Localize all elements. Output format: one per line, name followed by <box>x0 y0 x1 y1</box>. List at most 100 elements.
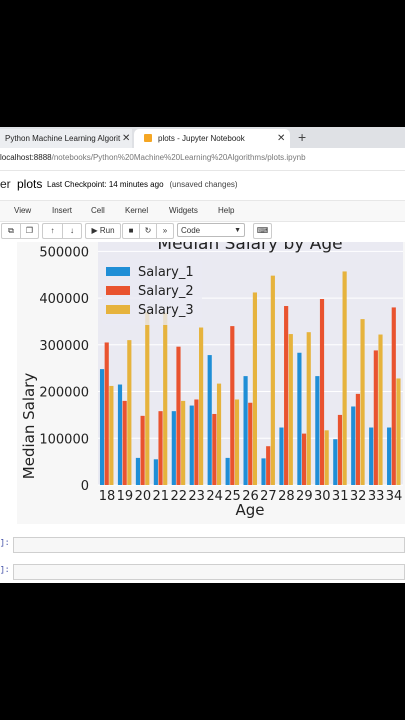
chart-title: Median Salary by Age <box>157 242 342 254</box>
restart-icon[interactable]: ↻ <box>140 224 156 238</box>
bar-salary_3-33 <box>378 334 383 485</box>
unsaved-status: (unsaved changes) <box>169 180 238 189</box>
code-input[interactable] <box>13 564 405 580</box>
tab-label: plots - Jupyter Notebook <box>158 134 245 143</box>
x-tick-label: 18 <box>99 489 116 504</box>
bar-salary_3-23 <box>199 327 204 485</box>
bar-salary_3-28 <box>288 334 293 485</box>
menu-bar: View Insert Cell Kernel Widgets Help <box>0 200 405 222</box>
legend-swatch <box>106 305 130 314</box>
url-host: localhost:8888 <box>0 153 52 162</box>
bar-salary_2-29 <box>301 433 307 485</box>
bar-salary_1-23 <box>189 405 194 485</box>
bar-salary_2-33 <box>373 350 378 485</box>
paste-icon[interactable]: ❐ <box>21 224 38 238</box>
legend-swatch <box>106 267 130 276</box>
bar-salary_3-32 <box>360 319 365 485</box>
bar-salary_3-21 <box>163 313 168 485</box>
menu-insert[interactable]: Insert <box>52 206 72 215</box>
empty-cell: ]: <box>0 536 405 554</box>
bar-salary_1-18 <box>99 369 105 485</box>
notebook-header: er plots Last Checkpoint: 14 minutes ago… <box>0 171 405 199</box>
x-tick-label: 32 <box>350 489 367 504</box>
bar-salary_2-32 <box>355 393 360 485</box>
notebook-toolbar: ⧉ ❐ ↑ ↓ ▶ Run ■ ↻ » Code ▼ ⌨ <box>0 222 405 240</box>
y-tick-label: 300000 <box>39 339 89 354</box>
bar-chart: 0 100000 200000 300000 400000 500000 18 19 20 21… <box>20 234 403 519</box>
new-tab-button[interactable]: + <box>298 128 306 147</box>
x-tick-label: 21 <box>153 489 170 504</box>
bar-salary_2-26 <box>248 402 253 485</box>
y-tick-label: 100000 <box>39 432 89 447</box>
stop-icon[interactable]: ■ <box>123 224 139 238</box>
notebook-title[interactable]: plots <box>17 177 42 191</box>
address-bar[interactable]: localhost:8888/notebooks/Python%20Machin… <box>0 148 405 171</box>
bar-salary_1-32 <box>351 406 356 485</box>
close-icon[interactable]: ✕ <box>122 129 130 148</box>
bar-salary_3-24 <box>216 383 222 485</box>
bar-salary_3-31 <box>342 271 347 485</box>
bar-salary_3-22 <box>181 400 186 485</box>
menu-view[interactable]: View <box>14 206 31 215</box>
bar-salary_2-18 <box>104 342 109 485</box>
y-tick-labels: 0 100000 200000 300000 400000 500000 <box>39 245 89 494</box>
bar-salary_1-29 <box>297 352 302 485</box>
cell-prompt: ]: <box>0 539 10 548</box>
bar-salary_1-27 <box>261 458 266 485</box>
bar-salary_2-20 <box>140 415 145 485</box>
move-down-icon[interactable]: ↓ <box>63 224 81 238</box>
bar-salary_3-29 <box>306 332 311 485</box>
copy-icon[interactable]: ⧉ <box>2 224 20 238</box>
bar-salary_1-30 <box>315 376 320 485</box>
kernel-group: ■ ↻ » <box>122 223 174 239</box>
bar-salary_3-26 <box>252 292 257 485</box>
bar-salary_1-20 <box>135 457 141 485</box>
bar-salary_2-27 <box>266 446 271 485</box>
tab-ml-algorithms[interactable]: Python Machine Learning Algorit ✕ <box>0 129 132 148</box>
legend-swatch <box>106 286 130 295</box>
menu-help[interactable]: Help <box>218 206 234 215</box>
code-input[interactable] <box>13 537 405 553</box>
bar-salary_1-22 <box>171 411 176 485</box>
keyboard-button[interactable]: ⌨ <box>253 223 272 239</box>
menu-kernel[interactable]: Kernel <box>125 206 148 215</box>
bar-salary_3-25 <box>234 399 240 485</box>
jupyter-icon <box>144 134 152 142</box>
checkpoint-status: Last Checkpoint: 14 minutes ago (unsaved … <box>47 180 238 189</box>
y-tick-label: 400000 <box>39 292 89 307</box>
bar-salary_1-19 <box>117 384 123 485</box>
menu-widgets[interactable]: Widgets <box>169 206 198 215</box>
x-tick-label: 23 <box>188 489 205 504</box>
close-icon[interactable]: ✕ <box>277 129 285 148</box>
cell-prompt: ]: <box>0 566 10 575</box>
chart-legend: Salary_1 Salary_2 Salary_3 <box>102 259 202 325</box>
checkpoint-text: Last Checkpoint: 14 minutes ago <box>47 180 164 189</box>
bar-salary_2-30 <box>319 299 325 485</box>
x-tick-label: 24 <box>206 489 223 504</box>
move-up-icon[interactable]: ↑ <box>43 224 62 238</box>
fast-forward-icon[interactable]: » <box>157 224 173 238</box>
run-button[interactable]: ▶ Run <box>85 223 121 239</box>
bar-salary_1-33 <box>369 427 374 485</box>
x-tick-label: 29 <box>296 489 313 504</box>
jupyter-logo[interactable]: er <box>0 177 11 191</box>
x-tick-label: 31 <box>332 489 349 504</box>
url-text: localhost:8888/notebooks/Python%20Machin… <box>0 153 306 162</box>
empty-cell: ]: <box>0 563 405 581</box>
bar-salary_2-28 <box>284 306 289 485</box>
browser-window: Python Machine Learning Algorit ✕ plots … <box>0 127 405 583</box>
cell-type-value: Code <box>181 226 201 235</box>
cell-type-select[interactable]: Code ▼ <box>177 223 245 237</box>
keyboard-icon: ⌨ <box>256 226 269 235</box>
y-tick-label: 500000 <box>39 245 89 260</box>
legend-label: Salary_3 <box>138 303 194 318</box>
x-tick-label: 22 <box>170 489 187 504</box>
tab-plots[interactable]: plots - Jupyter Notebook ✕ <box>134 129 290 148</box>
menu-cell[interactable]: Cell <box>91 206 105 215</box>
cell-output: 0 100000 200000 300000 400000 500000 18 19 20 21… <box>17 234 405 524</box>
bar-salary_3-20 <box>145 312 150 485</box>
x-tick-label: 28 <box>278 489 295 504</box>
run-label: Run <box>99 226 115 235</box>
chevron-down-icon: ▼ <box>234 227 241 234</box>
bar-salary_2-34 <box>391 307 396 485</box>
